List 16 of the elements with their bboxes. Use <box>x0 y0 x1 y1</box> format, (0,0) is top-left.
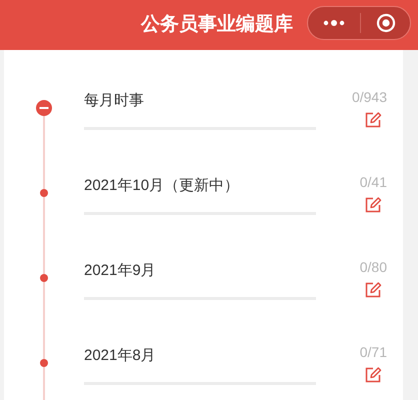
progress-count: 0/71 <box>360 343 387 361</box>
item-title[interactable]: 2021年8月 <box>84 346 156 366</box>
progress-count: 0/41 <box>360 173 387 191</box>
page-title: 公务员事业编题库 <box>140 12 293 37</box>
edit-icon[interactable] <box>364 111 382 129</box>
item-title[interactable]: 每月时事 <box>84 91 144 111</box>
item-title[interactable]: 2021年9月 <box>84 261 156 281</box>
edit-icon[interactable] <box>364 196 382 214</box>
collapse-icon[interactable] <box>36 100 52 116</box>
progress-count: 0/80 <box>360 258 387 276</box>
target-icon <box>376 13 396 33</box>
edit-icon[interactable] <box>364 366 382 384</box>
more-icon <box>323 20 345 26</box>
edit-icon[interactable] <box>364 281 382 299</box>
item-title[interactable]: 2021年10月（更新中） <box>84 176 240 196</box>
progress-count: 0/943 <box>352 88 387 106</box>
